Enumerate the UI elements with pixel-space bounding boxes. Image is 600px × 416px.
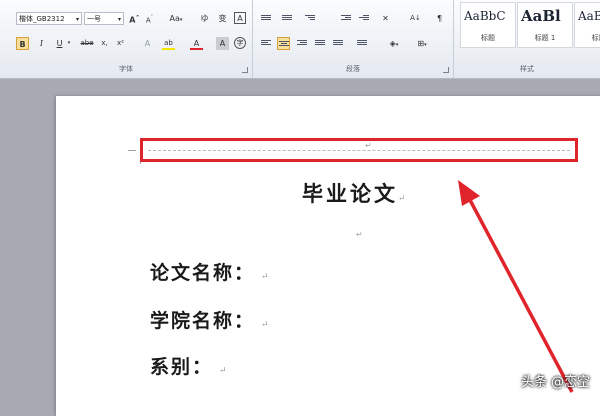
- arrow-shaft: [468, 199, 574, 393]
- watermark: 头条 @恋空: [520, 375, 590, 390]
- annotation-arrow: [458, 180, 574, 393]
- arrow-head: [458, 180, 480, 206]
